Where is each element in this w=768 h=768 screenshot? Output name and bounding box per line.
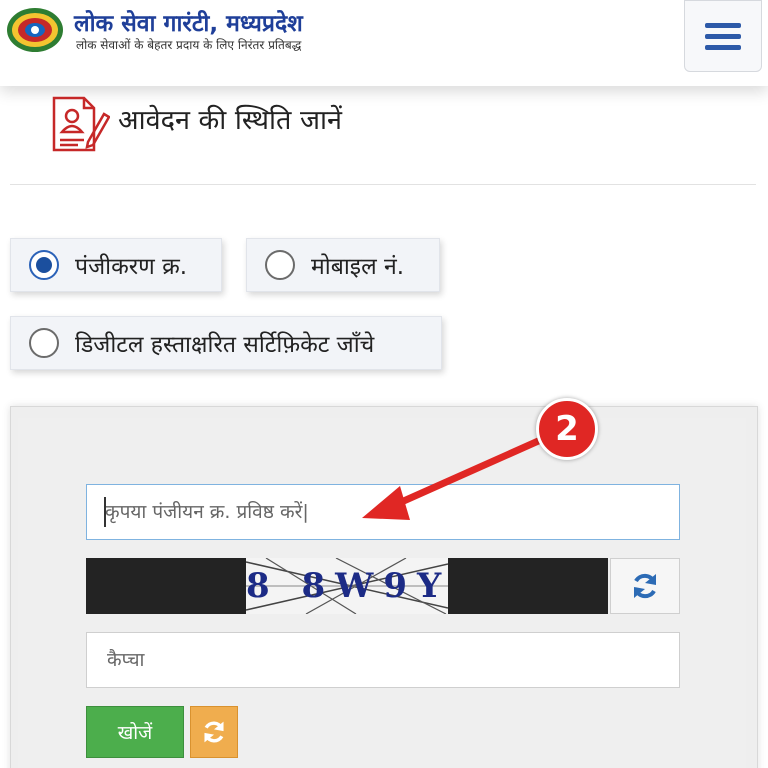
reset-button[interactable] xyxy=(190,706,238,758)
reset-refresh-icon xyxy=(204,721,224,743)
radio-button-mobile[interactable] xyxy=(265,250,295,280)
search-button[interactable]: खोजें xyxy=(86,706,184,758)
site-subtitle: लोक सेवाओं के बेहतर प्रदाय के लिए निरंतर… xyxy=(76,38,302,52)
site-header: लोक सेवा गारंटी, मध्यप्रदेश लोक सेवाओं क… xyxy=(0,0,768,86)
radio-label-registration: पंजीकरण क्र. xyxy=(75,254,188,280)
red-arrow-icon xyxy=(362,434,549,520)
site-title: लोक सेवा गारंटी, मध्यप्रदेश xyxy=(74,11,303,37)
refresh-icon xyxy=(634,573,656,599)
text-caret xyxy=(104,497,106,527)
radio-option-mobile[interactable]: मोबाइल नं. xyxy=(246,238,440,292)
captcha-input[interactable] xyxy=(86,632,680,688)
page-title: आवेदन की स्थिति जानें xyxy=(118,105,343,136)
divider xyxy=(10,184,756,185)
captcha-refresh-button[interactable] xyxy=(610,558,680,614)
radio-label-digital-certificate: डिजीटल हस्ताक्षरित सर्टिफ़िकेट जाँचे xyxy=(75,332,375,358)
radio-label-mobile: मोबाइल नं. xyxy=(311,254,405,280)
captcha-code: 8 8W9Y xyxy=(246,566,448,606)
captcha-image: 8 8W9Y xyxy=(246,558,448,614)
radio-option-registration[interactable]: पंजीकरण क्र. xyxy=(10,238,222,292)
radio-button-digital-certificate[interactable] xyxy=(29,328,59,358)
radio-option-digital-certificate[interactable]: डिजीटल हस्ताक्षरित सर्टिफ़िकेट जाँचे xyxy=(10,316,442,370)
application-form-icon xyxy=(52,96,110,152)
hamburger-menu-button[interactable] xyxy=(684,0,762,72)
radio-button-registration[interactable] xyxy=(29,250,59,280)
annotation-badge: 2 xyxy=(536,398,598,460)
mp-emblem-icon[interactable] xyxy=(6,6,64,54)
hamburger-menu-icon xyxy=(705,22,741,28)
